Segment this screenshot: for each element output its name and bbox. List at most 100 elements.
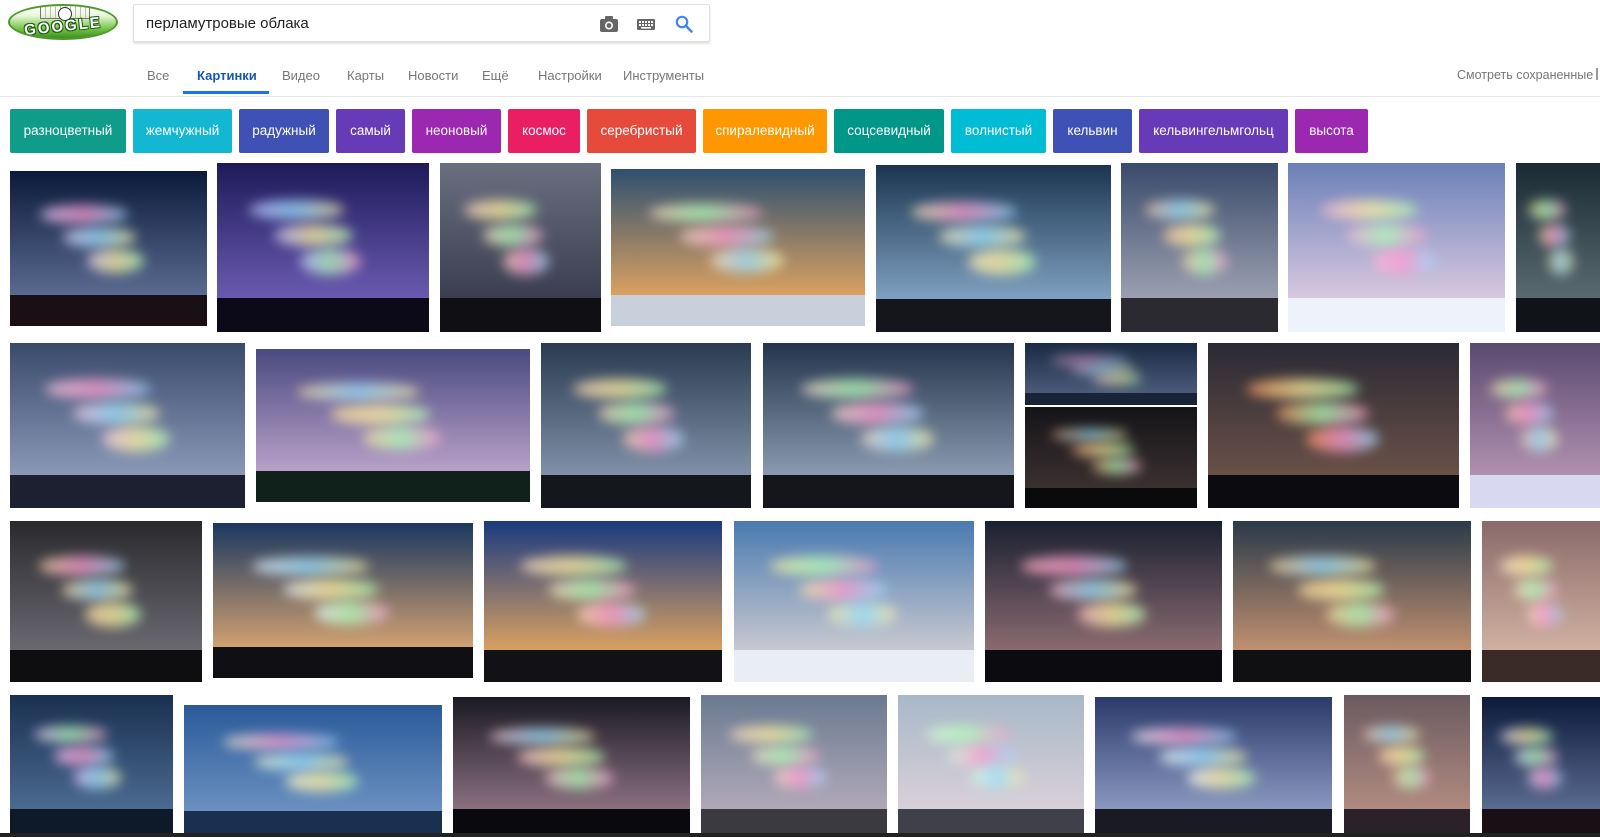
cloud-glow <box>1048 578 1137 602</box>
cloud-glow <box>73 402 161 426</box>
tab-news[interactable]: Новости <box>408 68 458 83</box>
image-result-9[interactable] <box>10 343 245 508</box>
cloud-glow <box>970 766 1025 789</box>
tab-settings[interactable]: Настройки <box>538 68 602 83</box>
image-result-12[interactable] <box>763 343 1014 508</box>
cloud-glow <box>728 726 813 744</box>
image-result-13[interactable] <box>1025 343 1197 405</box>
cloud-glow <box>545 767 615 790</box>
tab-all[interactable]: Все <box>147 68 169 83</box>
image-result-15[interactable] <box>1208 343 1459 508</box>
cloud-glow <box>84 601 141 628</box>
ground-silhouette <box>1482 650 1600 682</box>
image-result-22[interactable] <box>1233 521 1471 682</box>
image-result-25[interactable] <box>184 705 442 837</box>
cloud-glow <box>1130 727 1238 745</box>
chip-kelvin-helmholtz[interactable]: кельвингельмгольц <box>1139 109 1288 153</box>
tab-images[interactable]: Картинки <box>197 68 257 83</box>
search-icon[interactable] <box>673 14 695 34</box>
google-doodle-logo[interactable]: GOOGLE <box>8 4 118 40</box>
cloud-glow <box>297 382 421 402</box>
cloud-glow <box>1499 556 1553 576</box>
ground-silhouette <box>611 295 865 326</box>
cloud-glow <box>45 379 151 400</box>
image-result-1[interactable] <box>10 171 207 326</box>
cloud-glow <box>1050 356 1129 365</box>
image-result-29[interactable] <box>1095 697 1332 837</box>
chip-pearl[interactable]: жемчужный <box>133 109 232 153</box>
chip-rainbow[interactable]: радужный <box>239 109 329 153</box>
tab-maps[interactable]: Карты <box>347 68 384 83</box>
tab-more[interactable]: Ещё <box>482 68 509 83</box>
chip-socsevidny[interactable]: соцсевидный <box>834 109 944 153</box>
image-result-10[interactable] <box>256 349 530 502</box>
chip-kelvin[interactable]: кельвин <box>1053 109 1132 153</box>
camera-icon[interactable] <box>598 14 620 34</box>
image-result-20[interactable] <box>734 521 974 682</box>
image-result-19[interactable] <box>484 521 722 682</box>
image-result-26[interactable] <box>453 697 690 837</box>
cloud-glow <box>299 247 362 275</box>
image-result-23[interactable] <box>1482 521 1600 682</box>
cloud-glow <box>38 556 126 576</box>
tab-video[interactable]: Видео <box>282 68 320 83</box>
cloud-glow <box>751 746 821 766</box>
chip-altitude[interactable]: высота <box>1295 109 1368 153</box>
cloud-glow <box>925 726 1010 744</box>
search-input[interactable] <box>146 5 586 41</box>
cloud-glow <box>54 746 115 766</box>
cloud-glow <box>274 223 353 248</box>
cloud-glow <box>1305 425 1379 452</box>
image-result-14[interactable] <box>1025 407 1197 508</box>
search-box <box>133 4 710 42</box>
cloud-glow <box>362 425 443 450</box>
ground-silhouette <box>763 475 1014 508</box>
image-result-30[interactable] <box>1344 695 1470 837</box>
image-result-3[interactable] <box>440 163 601 332</box>
ground-silhouette <box>734 650 974 682</box>
chip-most[interactable]: самый <box>336 109 405 153</box>
image-result-21[interactable] <box>985 521 1222 682</box>
image-result-7[interactable] <box>1288 163 1505 332</box>
ground-silhouette <box>1208 475 1459 508</box>
cloud-glow <box>597 402 676 426</box>
image-result-6[interactable] <box>1121 163 1278 332</box>
image-result-17[interactable] <box>10 521 202 682</box>
cloud-glow <box>1528 767 1563 790</box>
image-result-18[interactable] <box>213 523 473 678</box>
cloud-glow <box>1077 601 1147 628</box>
tab-tools[interactable]: Инструменты <box>623 68 704 83</box>
cloud-glow <box>948 746 1018 766</box>
ground-silhouette <box>484 650 722 682</box>
chip-spiral[interactable]: спиралевидный <box>703 109 827 153</box>
ground-silhouette <box>876 299 1111 332</box>
cloud-glow <box>1362 726 1420 744</box>
chip-space[interactable]: космос <box>508 109 580 153</box>
chip-wavy[interactable]: волнистый <box>951 109 1046 153</box>
cloud-glow <box>283 578 380 601</box>
chip-silver[interactable]: серебристый <box>587 109 696 153</box>
cloud-glow <box>1372 247 1436 275</box>
cloud-glow <box>222 734 339 750</box>
image-result-28[interactable] <box>898 695 1084 837</box>
cloud-glow <box>773 766 828 789</box>
image-result-11[interactable] <box>541 343 751 508</box>
ground-silhouette <box>1025 488 1197 508</box>
chip-multicolor[interactable]: разноцветный <box>10 109 126 153</box>
chip-neon[interactable]: неоновый <box>412 109 501 153</box>
ground-silhouette <box>10 475 245 508</box>
image-result-5[interactable] <box>876 165 1111 332</box>
image-result-1[interactable] <box>1482 697 1600 837</box>
image-result-24[interactable] <box>10 695 173 837</box>
image-result-2[interactable] <box>217 163 429 332</box>
keyboard-icon[interactable] <box>635 14 657 34</box>
ground-silhouette <box>10 650 202 682</box>
saved-images-link[interactable]: Смотреть сохраненные <box>1457 68 1593 82</box>
image-result-16[interactable] <box>1470 343 1600 508</box>
cloud-glow <box>622 425 684 452</box>
image-result-27[interactable] <box>701 695 887 837</box>
image-result-4[interactable] <box>611 169 865 326</box>
cloud-glow <box>827 601 898 628</box>
cloud-glow <box>1548 247 1574 275</box>
image-result-8[interactable] <box>1516 163 1600 332</box>
